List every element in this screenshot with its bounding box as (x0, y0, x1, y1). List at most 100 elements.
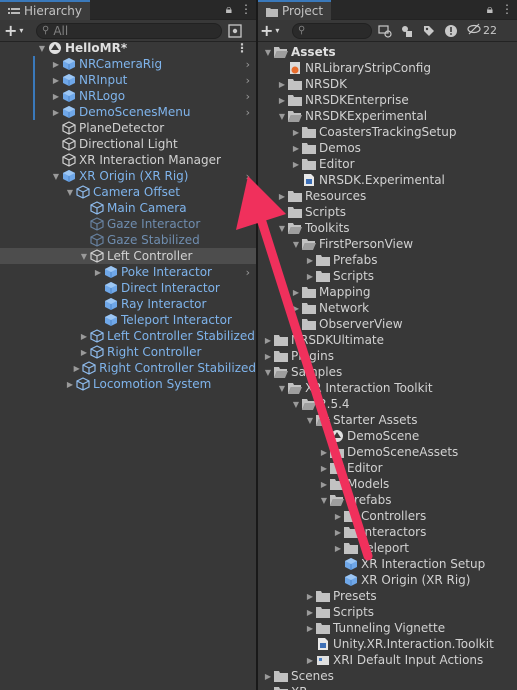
project-row[interactable]: ▼ Samples (258, 364, 517, 380)
expand-arrow-icon[interactable]: ▶ (290, 304, 302, 313)
project-row[interactable]: ▶ NRSDKUltimate (258, 332, 517, 348)
project-row[interactable]: XR Origin (XR Rig) (258, 572, 517, 588)
project-search-input[interactable]: ⚲ (292, 22, 372, 39)
expand-arrow-icon[interactable]: ▶ (304, 656, 316, 665)
project-row[interactable]: NRLibraryStripConfig (258, 60, 517, 76)
project-row[interactable]: ▶ Scripts (258, 204, 517, 220)
hierarchy-search-input[interactable]: ⚲ All (36, 22, 222, 39)
project-row[interactable]: ▶XR (258, 684, 517, 690)
project-row[interactable]: ▼ Toolkits (258, 220, 517, 236)
hierarchy-row[interactable]: ▶ NRLogo › (0, 88, 256, 104)
expand-arrow-icon[interactable]: ▶ (64, 380, 76, 389)
expand-arrow-icon[interactable]: ▶ (304, 608, 316, 617)
project-row[interactable]: ▶ Resources (258, 188, 517, 204)
project-row[interactable]: ▼ XR Interaction Toolkit (258, 380, 517, 396)
scene-row[interactable]: ▼ HelloMR* ⋮ (0, 40, 256, 56)
more-options-icon[interactable]: ⋮ (501, 2, 513, 17)
expand-arrow-icon[interactable]: ▶ (304, 624, 316, 633)
collapse-arrow-icon[interactable]: ▼ (276, 384, 288, 393)
tab-hierarchy[interactable]: Hierarchy (0, 0, 91, 20)
project-row[interactable]: ▶ Network (258, 300, 517, 316)
hierarchy-row[interactable]: Gaze Interactor (0, 216, 256, 232)
hierarchy-row[interactable]: ▶ Locomotion System (0, 376, 256, 392)
project-row[interactable]: ▶ Interactors (258, 524, 517, 540)
project-row[interactable]: ▶ XRI Default Input Actions (258, 652, 517, 668)
chevron-right-icon[interactable]: › (246, 58, 250, 71)
hierarchy-row[interactable]: PlaneDetector (0, 120, 256, 136)
hierarchy-row[interactable]: ▶ NRCameraRig › (0, 56, 256, 72)
create-button[interactable]: + ▾ (4, 21, 32, 40)
hierarchy-row[interactable]: ▶ Left Controller Stabilized (0, 328, 256, 344)
expand-arrow-icon[interactable]: ▶ (318, 464, 330, 473)
expand-arrow-icon[interactable]: ▶ (276, 96, 288, 105)
hierarchy-row[interactable]: ▼ XR Origin (XR Rig) › (0, 168, 256, 184)
expand-arrow-icon[interactable]: ▶ (332, 528, 344, 537)
collapse-arrow-icon[interactable]: ▼ (276, 112, 288, 121)
collapse-arrow-icon[interactable]: ▼ (290, 240, 302, 249)
expand-arrow-icon[interactable]: ▶ (262, 352, 274, 361)
hierarchy-row[interactable]: ▶ NRInput › (0, 72, 256, 88)
project-row[interactable]: ▼ Prefabs (258, 492, 517, 508)
expand-arrow-icon[interactable]: ▶ (276, 80, 288, 89)
hierarchy-row[interactable]: Direct Interactor (0, 280, 256, 296)
project-row[interactable]: ▼ NRSDKExperimental (258, 108, 517, 124)
expand-arrow-icon[interactable]: ▶ (262, 336, 274, 345)
project-row[interactable]: ▶ CoastersTrackingSetup (258, 124, 517, 140)
project-row[interactable]: ▶ Plugins (258, 348, 517, 364)
hierarchy-row[interactable]: Directional Light (0, 136, 256, 152)
project-row[interactable]: ▶ Prefabs (258, 252, 517, 268)
project-row[interactable]: ▼ Assets (258, 44, 517, 60)
hierarchy-row[interactable]: ▶ Right Controller Stabilized (0, 360, 256, 376)
project-row[interactable]: ▶ Controllers (258, 508, 517, 524)
expand-arrow-icon[interactable]: ▶ (318, 448, 330, 457)
collapse-arrow-icon[interactable]: ▼ (78, 252, 90, 261)
project-row[interactable]: ▼ FirstPersonView (258, 236, 517, 252)
expand-arrow-icon[interactable]: ▶ (262, 672, 274, 681)
project-row[interactable]: NRSDK.Experimental (258, 172, 517, 188)
project-row[interactable]: ▶ NRSDK (258, 76, 517, 92)
more-options-icon[interactable]: ⋮ (240, 2, 252, 17)
tag-icon[interactable] (420, 23, 438, 39)
expand-arrow-icon[interactable]: ▶ (50, 108, 62, 117)
chevron-right-icon[interactable]: › (246, 106, 250, 119)
expand-arrow-icon[interactable]: ▶ (304, 256, 316, 265)
project-row[interactable]: ▶ Mapping (258, 284, 517, 300)
chevron-right-icon[interactable]: › (246, 170, 250, 183)
chevron-right-icon[interactable]: › (246, 74, 250, 87)
expand-arrow-icon[interactable]: ▶ (290, 320, 302, 329)
project-row[interactable]: XR Interaction Setup (258, 556, 517, 572)
project-row[interactable]: DemoScene (258, 428, 517, 444)
expand-arrow-icon[interactable]: ▶ (276, 192, 288, 201)
warning-icon[interactable] (442, 23, 460, 39)
hierarchy-row[interactable]: XR Interaction Manager (0, 152, 256, 168)
hierarchy-row[interactable]: Teleport Interactor (0, 312, 256, 328)
project-row[interactable]: ▶ Scripts (258, 268, 517, 284)
expand-arrow-icon[interactable]: ▶ (276, 208, 288, 217)
project-row[interactable]: ▼ Starter Assets (258, 412, 517, 428)
tab-project[interactable]: Project (258, 0, 332, 20)
collapse-arrow-icon[interactable]: ▼ (64, 188, 76, 197)
collapse-arrow-icon[interactable]: ▼ (262, 48, 274, 57)
expand-arrow-icon[interactable]: ▶ (332, 512, 344, 521)
expand-arrow-icon[interactable]: ▶ (290, 144, 302, 153)
expand-arrow-icon[interactable]: ▶ (50, 92, 62, 101)
expand-arrow-icon[interactable]: ▶ (92, 268, 104, 277)
scene-visibility-icon[interactable] (226, 23, 244, 39)
project-row[interactable]: ▼ 2.5.4 (258, 396, 517, 412)
more-options-icon[interactable]: ⋮ (236, 41, 248, 55)
hierarchy-row[interactable]: ▶ DemoScenesMenu › (0, 104, 256, 120)
collapse-arrow-icon[interactable]: ▼ (318, 496, 330, 505)
collapse-arrow-icon[interactable]: ▼ (262, 368, 274, 377)
project-row[interactable]: ▶ Presets (258, 588, 517, 604)
project-row[interactable]: ▶ Models (258, 476, 517, 492)
expand-arrow-icon[interactable]: ▶ (332, 544, 344, 553)
hierarchy-row[interactable]: ▼ Left Controller (0, 248, 256, 264)
search-scope-icon[interactable] (376, 23, 394, 39)
collapse-arrow-icon[interactable]: ▼ (276, 224, 288, 233)
hierarchy-row[interactable]: Ray Interactor (0, 296, 256, 312)
project-row[interactable]: ▶ Editor (258, 156, 517, 172)
collapse-arrow-icon[interactable]: ▼ (36, 44, 48, 53)
expand-arrow-icon[interactable]: ▶ (50, 60, 62, 69)
expand-arrow-icon[interactable]: ▶ (50, 76, 62, 85)
project-row[interactable]: ▶ Scripts (258, 604, 517, 620)
